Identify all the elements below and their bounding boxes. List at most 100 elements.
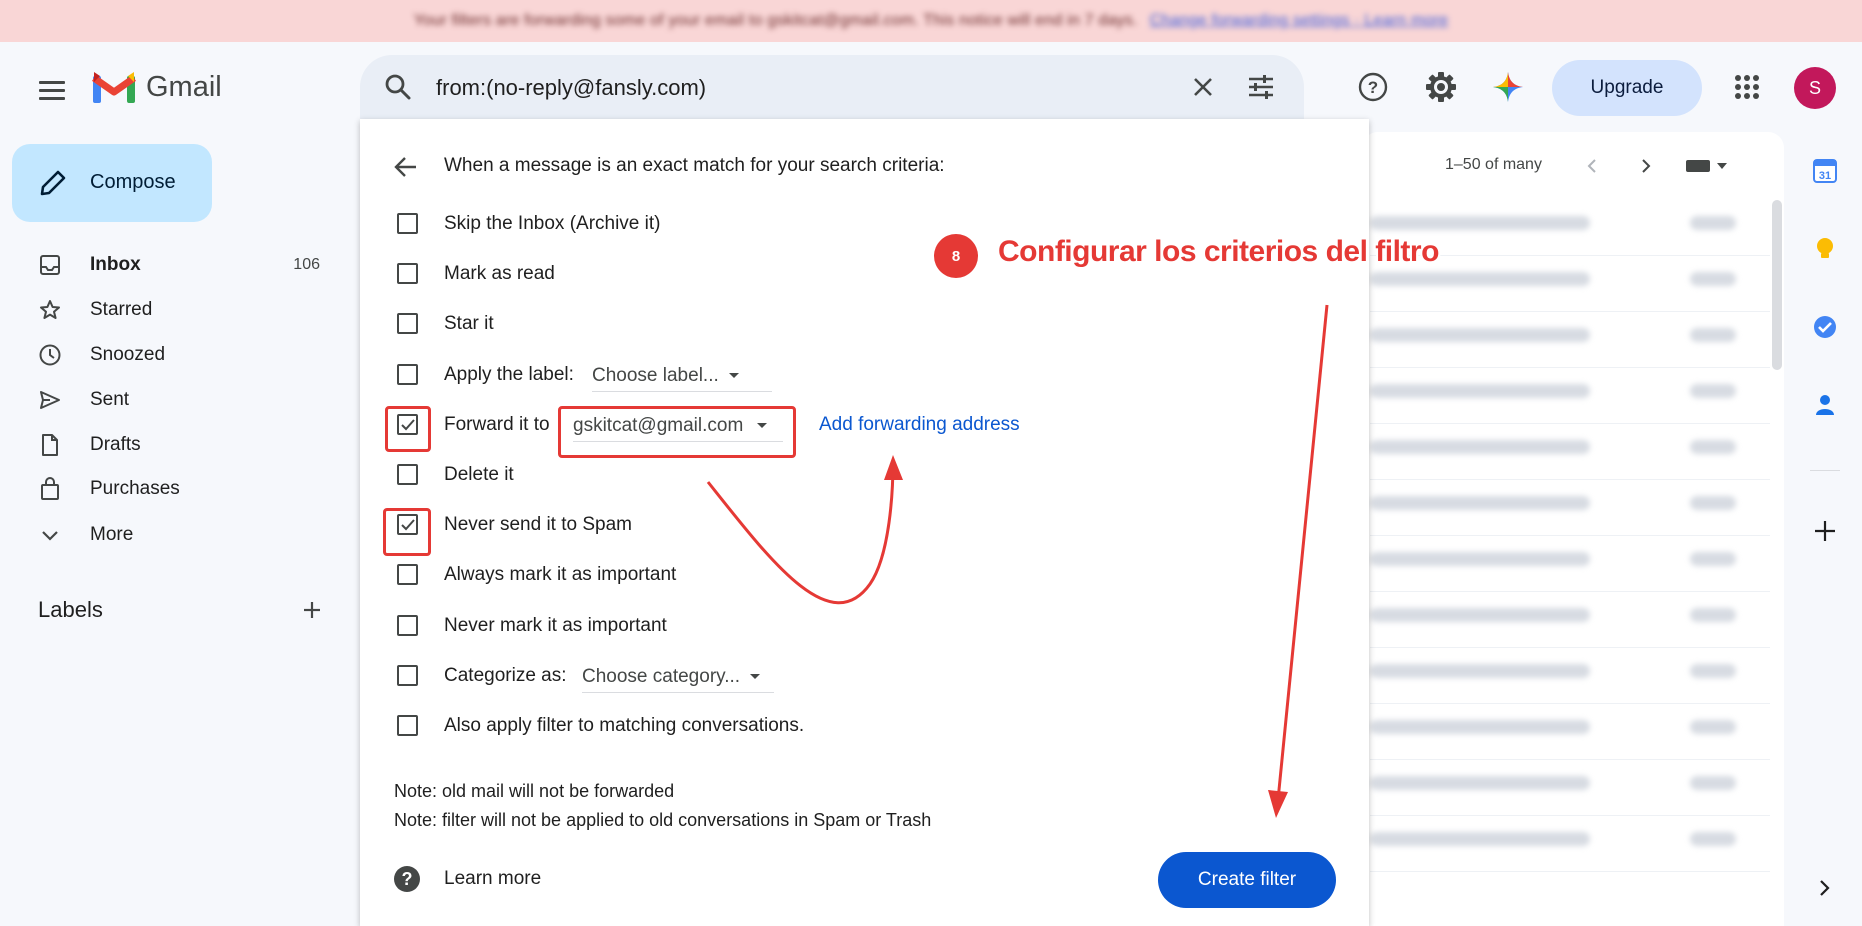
option-label: Apply the label: [444, 364, 574, 385]
option-label: Never send it to Spam [444, 514, 632, 535]
option-label: Skip the Inbox (Archive it) [444, 213, 661, 234]
categorize-checkbox[interactable] [397, 665, 418, 686]
sidebar-item-label: Drafts [90, 434, 141, 455]
list-item[interactable] [1370, 816, 1770, 872]
add-forwarding-address-link[interactable]: Add forwarding address [819, 414, 1020, 436]
upgrade-button[interactable]: Upgrade [1552, 60, 1702, 116]
category-dropdown-value: Choose category... [582, 665, 741, 687]
search-icon[interactable] [382, 71, 414, 108]
option-label: Always mark it as important [444, 564, 677, 585]
option-categorize: Categorize as: Choose category... [360, 657, 1260, 693]
sidebar-item-label: Inbox [90, 254, 141, 275]
compose-button[interactable]: Compose [12, 144, 212, 222]
option-label: Also apply filter to matching conversati… [444, 715, 805, 736]
never-important-checkbox[interactable] [397, 615, 418, 636]
mark-read-checkbox[interactable] [397, 263, 418, 284]
contacts-icon[interactable] [1810, 390, 1840, 420]
highlight-forward-checkbox [385, 406, 431, 452]
sidebar-item-inbox[interactable]: Inbox 106 [0, 243, 340, 287]
option-label: Never mark it as important [444, 615, 667, 636]
avatar[interactable]: S [1794, 67, 1836, 109]
list-item[interactable] [1370, 424, 1770, 480]
chevron-left-icon[interactable] [1578, 152, 1606, 180]
create-filter-button[interactable]: Create filter [1158, 852, 1336, 908]
star-it-checkbox[interactable] [397, 313, 418, 334]
option-delete: Delete it [360, 456, 1260, 492]
learn-more-link[interactable]: Learn more [444, 868, 541, 890]
side-panel-divider [1810, 470, 1840, 471]
note-forwarding: Note: old mail will not be forwarded [394, 781, 675, 801]
list-item[interactable] [1370, 592, 1770, 648]
caret-down-icon [728, 373, 739, 378]
sidebar-item-snoozed[interactable]: Snoozed [0, 333, 340, 377]
keyboard-icon[interactable] [1684, 152, 1730, 180]
search-bar[interactable]: from:(no-reply@fansly.com) [360, 55, 1304, 119]
option-apply-existing: Also apply filter to matching conversati… [360, 707, 1260, 743]
sidebar-item-drafts[interactable]: Drafts [0, 423, 340, 467]
sidebar-item-sent[interactable]: Sent [0, 378, 340, 422]
inbox-count: 106 [293, 256, 320, 273]
list-item[interactable] [1370, 480, 1770, 536]
step-number-badge: 8 [934, 234, 978, 278]
main-menu-button[interactable] [32, 70, 72, 110]
send-icon [38, 388, 62, 412]
settings-icon[interactable] [1422, 68, 1460, 106]
sidebar-item-starred[interactable]: Starred [0, 288, 340, 332]
option-never-spam: Never send it to Spam [360, 506, 1260, 542]
list-item[interactable] [1370, 704, 1770, 760]
category-dropdown[interactable]: Choose category... [582, 661, 774, 693]
add-addon-icon[interactable] [1810, 516, 1840, 546]
option-label: Forward it to [444, 414, 550, 435]
sidebar-item-more[interactable]: More [0, 513, 340, 557]
option-always-important: Always mark it as important [360, 556, 1260, 592]
sidebar-item-label: More [90, 524, 134, 545]
add-label-icon[interactable] [298, 596, 326, 629]
search-options-icon[interactable] [1243, 69, 1279, 110]
step-instruction: Configurar los criterios del filtro [998, 235, 1439, 268]
draft-icon [38, 433, 62, 457]
chevron-down-icon [38, 523, 62, 547]
list-item[interactable] [1370, 760, 1770, 816]
star-icon [38, 298, 62, 322]
help-circle-icon[interactable]: ? [394, 866, 420, 892]
apps-icon[interactable] [1728, 68, 1766, 106]
arrow-back-icon[interactable] [392, 153, 420, 186]
calendar-icon[interactable]: 31 [1810, 156, 1840, 186]
search-input[interactable]: from:(no-reply@fansly.com) [436, 75, 706, 101]
skip-inbox-checkbox[interactable] [397, 213, 418, 234]
chevron-right-icon[interactable] [1632, 152, 1660, 180]
dialog-title: When a message is an exact match for you… [444, 155, 945, 176]
highlight-never-spam-checkbox [383, 508, 431, 556]
banner-link[interactable]: Change forwarding settings · Learn more [1150, 12, 1449, 30]
keep-icon[interactable] [1810, 234, 1840, 264]
help-icon[interactable]: ? [1354, 68, 1392, 106]
caret-down-icon [750, 674, 761, 679]
sidebar-item-purchases[interactable]: Purchases [0, 467, 340, 511]
scrollbar[interactable] [1772, 200, 1782, 370]
label-dropdown[interactable]: Choose label... [592, 360, 772, 392]
inbox-icon [38, 253, 62, 277]
list-item[interactable] [1370, 536, 1770, 592]
banner-text: Your filters are forwarding some of your… [413, 12, 1138, 29]
label-dropdown-value: Choose label... [592, 364, 719, 386]
tasks-icon[interactable] [1810, 312, 1840, 342]
option-star-it: Star it [360, 305, 1260, 341]
option-label: Mark as read [444, 263, 555, 284]
list-item[interactable] [1370, 368, 1770, 424]
apply-label-checkbox[interactable] [397, 364, 418, 385]
list-item[interactable] [1370, 648, 1770, 704]
sidebar-item-label: Purchases [90, 478, 180, 499]
labels-heading: Labels [38, 597, 103, 622]
list-item[interactable] [1370, 312, 1770, 368]
sidebar-item-label: Sent [90, 389, 130, 410]
close-icon[interactable] [1185, 69, 1221, 110]
always-important-checkbox[interactable] [397, 564, 418, 585]
pencil-icon [38, 168, 68, 203]
sidebar-item-label: Snoozed [90, 344, 166, 365]
option-label: Star it [444, 313, 494, 334]
gmail-logo[interactable]: Gmail [92, 70, 222, 104]
expand-panel-icon[interactable] [1810, 873, 1840, 903]
delete-checkbox[interactable] [397, 464, 418, 485]
gemini-icon[interactable] [1489, 68, 1527, 106]
apply-existing-checkbox[interactable] [397, 715, 418, 736]
